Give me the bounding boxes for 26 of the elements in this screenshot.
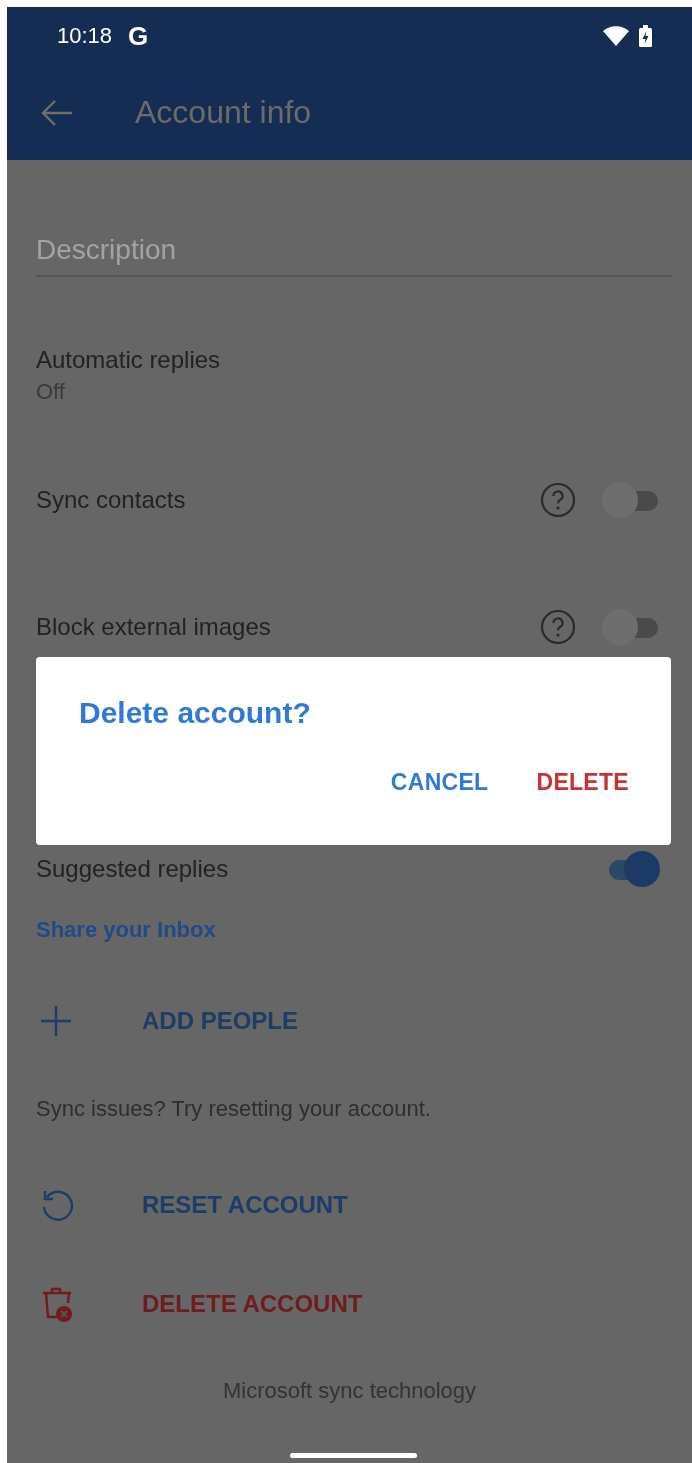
delete-button[interactable]: DELETE xyxy=(530,763,635,802)
logo-letter: G xyxy=(128,20,149,52)
reset-icon xyxy=(40,1188,74,1222)
setting-label: Block external images xyxy=(36,611,272,642)
plus-icon xyxy=(40,1005,72,1037)
wifi-icon xyxy=(603,26,629,46)
screen-title: Account info xyxy=(135,94,312,131)
dialog-title: Delete account? xyxy=(79,695,311,731)
back-arrow-icon[interactable] xyxy=(40,97,74,128)
trash-icon xyxy=(40,1285,74,1323)
reset-account-button[interactable]: RESET ACCOUNT xyxy=(142,1191,348,1219)
section-heading: Share your Inbox xyxy=(36,916,217,944)
setting-label: Suggested replies xyxy=(36,854,230,884)
description-field[interactable]: Description xyxy=(36,232,672,277)
delete-account-button[interactable]: DELETE ACCOUNT xyxy=(142,1290,363,1318)
help-icon[interactable] xyxy=(540,481,576,518)
toggle-switch[interactable] xyxy=(602,608,660,645)
cancel-button[interactable]: CANCEL xyxy=(384,763,495,802)
setting-label[interactable]: Automatic replies xyxy=(36,343,663,377)
clock-time: 10:18 xyxy=(57,23,113,49)
toggle-switch[interactable] xyxy=(602,481,660,518)
setting-label: Sync contacts xyxy=(36,484,187,515)
battery-icon xyxy=(639,25,652,47)
sync-hint: Sync issues? Try resetting your account. xyxy=(36,1095,432,1123)
help-icon[interactable] xyxy=(540,608,576,645)
add-people-button[interactable]: ADD PEOPLE xyxy=(142,1007,299,1035)
